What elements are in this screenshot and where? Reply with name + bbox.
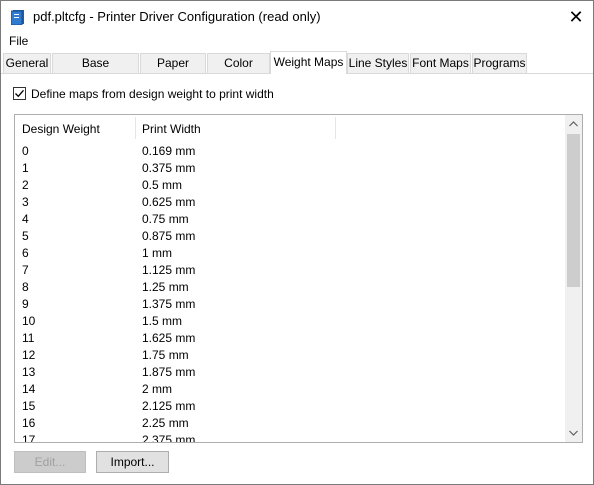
list-rows: 0 0.169 mm 1 0.375 mm 2 0.5 mm 3 0.625 mm 4 0.75 … <box>15 143 565 443</box>
list-header: Design Weight Print Width <box>15 115 565 141</box>
table-row[interactable]: 1 0.375 mm <box>15 160 565 177</box>
dialog-window: pdf.pltcfg - Printer Driver Configuratio… <box>0 0 594 485</box>
edit-button[interactable]: Edit... <box>14 451 86 473</box>
define-maps-label: Define maps from design weight to print … <box>31 87 274 101</box>
design-weight-cell: 6 <box>22 246 29 260</box>
table-row[interactable]: 2 0.5 mm <box>15 177 565 194</box>
table-row[interactable]: 6 1 mm <box>15 245 565 262</box>
design-weight-cell: 16 <box>22 416 36 430</box>
design-weight-cell: 11 <box>22 331 35 345</box>
design-weight-cell: 3 <box>22 195 29 209</box>
table-row[interactable]: 4 0.75 mm <box>15 211 565 228</box>
design-weight-cell: 5 <box>22 229 29 243</box>
column-header-design-weight[interactable]: Design Weight <box>22 122 100 136</box>
tab-font-maps[interactable]: Font Maps <box>410 53 471 73</box>
print-width-cell: 1.875 mm <box>142 365 196 379</box>
print-width-cell: 1 mm <box>142 246 172 260</box>
print-width-cell: 1.125 mm <box>142 263 196 277</box>
print-width-cell: 0.875 mm <box>142 229 196 243</box>
app-document-icon <box>10 9 25 26</box>
table-row[interactable]: 13 1.875 mm <box>15 364 565 381</box>
design-weight-cell: 8 <box>22 280 29 294</box>
print-width-cell: 2.125 mm <box>142 399 196 413</box>
import-button[interactable]: Import... <box>96 451 169 473</box>
design-weight-cell: 13 <box>22 365 36 379</box>
tab-general[interactable]: General <box>3 53 51 73</box>
print-width-cell: 2.375 mm <box>142 433 196 443</box>
tab-base-properties[interactable]: Base Properties <box>52 53 139 88</box>
scroll-up-icon[interactable] <box>565 115 582 132</box>
tab-programs[interactable]: Programs <box>472 53 527 73</box>
print-width-cell: 1.625 mm <box>142 331 196 345</box>
table-row[interactable]: 7 1.125 mm <box>15 262 565 279</box>
table-row[interactable]: 16 2.25 mm <box>15 415 565 432</box>
table-row[interactable]: 3 0.625 mm <box>15 194 565 211</box>
column-divider[interactable] <box>135 117 136 139</box>
column-divider[interactable] <box>335 117 336 139</box>
scroll-down-icon[interactable] <box>565 425 582 442</box>
design-weight-cell: 4 <box>22 212 29 226</box>
table-row[interactable]: 9 1.375 mm <box>15 296 565 313</box>
table-row[interactable]: 8 1.25 mm <box>15 279 565 296</box>
design-weight-cell: 14 <box>22 382 36 396</box>
menu-bar: File <box>1 32 593 51</box>
weight-map-list[interactable]: Design Weight Print Width 0 0.169 mm 1 0.37… <box>14 114 583 443</box>
print-width-cell: 0.75 mm <box>142 212 189 226</box>
tab-weight-maps[interactable]: Weight Maps <box>270 51 347 74</box>
close-icon[interactable]: ✕ <box>565 6 587 28</box>
table-row[interactable]: 10 1.5 mm <box>15 313 565 330</box>
design-weight-cell: 10 <box>22 314 36 328</box>
design-weight-cell: 17 <box>22 433 36 443</box>
table-row[interactable]: 15 2.125 mm <box>15 398 565 415</box>
print-width-cell: 1.75 mm <box>142 348 189 362</box>
table-row[interactable]: 14 2 mm <box>15 381 565 398</box>
menu-file[interactable]: File <box>9 34 28 48</box>
print-width-cell: 0.625 mm <box>142 195 196 209</box>
table-row[interactable]: 11 1.625 mm <box>15 330 565 347</box>
table-row[interactable]: 0 0.169 mm <box>15 143 565 160</box>
print-width-cell: 2.25 mm <box>142 416 189 430</box>
table-row[interactable]: 17 2.375 mm <box>15 432 565 443</box>
print-width-cell: 1.375 mm <box>142 297 196 311</box>
design-weight-cell: 7 <box>22 263 29 277</box>
scroll-thumb[interactable] <box>567 134 580 287</box>
window-title: pdf.pltcfg - Printer Driver Configuratio… <box>33 9 321 24</box>
tab-strip: General Base Properties Paper Sizes Colo… <box>1 51 593 88</box>
design-weight-cell: 0 <box>22 144 29 158</box>
title-bar[interactable]: pdf.pltcfg - Printer Driver Configuratio… <box>1 1 593 32</box>
design-weight-cell: 9 <box>22 297 29 311</box>
print-width-cell: 0.375 mm <box>142 161 196 175</box>
weight-maps-panel: Define maps from design weight to print … <box>1 73 593 484</box>
tab-line-styles[interactable]: Line Styles <box>347 53 409 73</box>
design-weight-cell: 1 <box>22 161 29 175</box>
column-header-print-width[interactable]: Print Width <box>142 122 201 136</box>
print-width-cell: 0.5 mm <box>142 178 183 192</box>
tab-color-maps[interactable]: Color Maps <box>207 53 270 88</box>
checkmark-icon <box>15 89 24 98</box>
vertical-scrollbar[interactable] <box>565 115 582 442</box>
print-width-cell: 1.25 mm <box>142 280 189 294</box>
design-weight-cell: 2 <box>22 178 29 192</box>
print-width-cell: 2 mm <box>142 382 172 396</box>
define-maps-checkbox[interactable] <box>13 87 26 100</box>
tab-paper-sizes[interactable]: Paper Sizes <box>140 53 206 88</box>
print-width-cell: 0.169 mm <box>142 144 196 158</box>
design-weight-cell: 12 <box>22 348 36 362</box>
design-weight-cell: 15 <box>22 399 36 413</box>
table-row[interactable]: 5 0.875 mm <box>15 228 565 245</box>
print-width-cell: 1.5 mm <box>142 314 183 328</box>
table-row[interactable]: 12 1.75 mm <box>15 347 565 364</box>
